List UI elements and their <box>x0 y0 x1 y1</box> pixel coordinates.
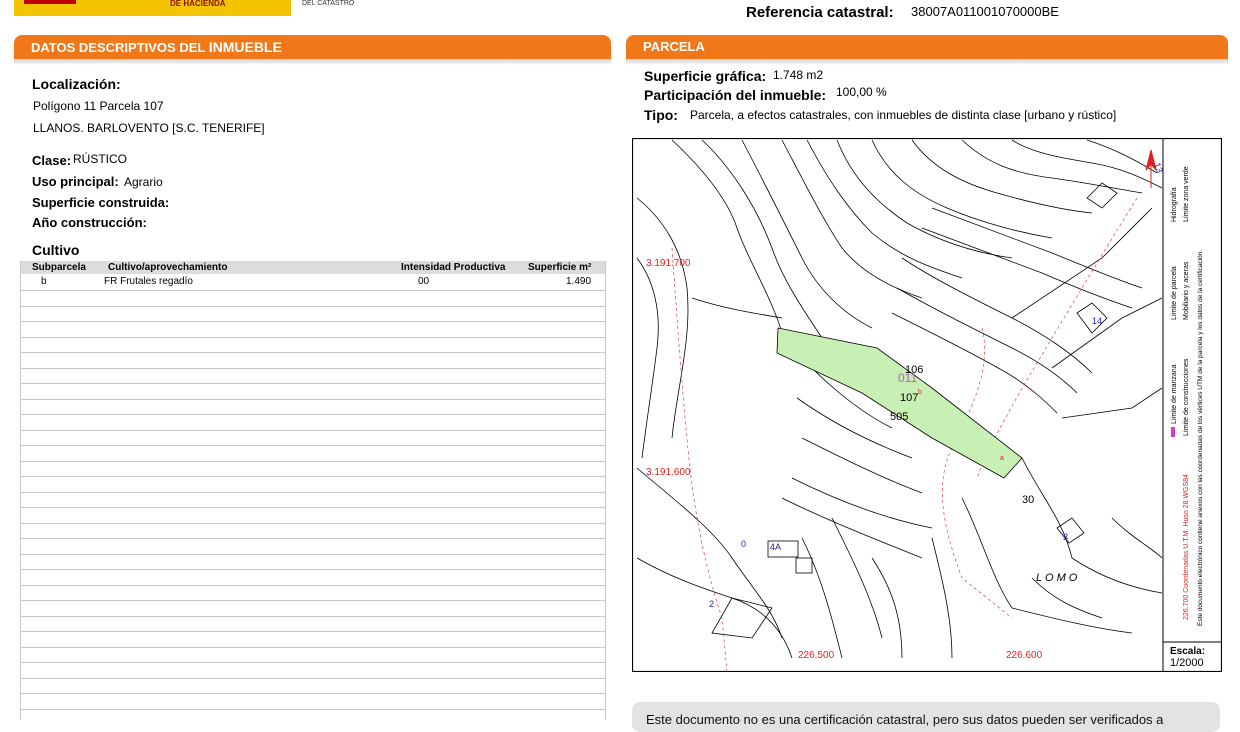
table-rule <box>20 662 606 663</box>
localizacion-label: Localización: <box>32 76 121 92</box>
parcel-label-0: 0 <box>741 539 746 549</box>
left-panel-title-prefix: DATOS DESCRIPTIVOS DEL <box>31 40 209 55</box>
left-panel-header: DATOS DESCRIPTIVOS DEL INMUEBLE <box>14 35 611 59</box>
footer-note: Este documento no es una certificación c… <box>632 702 1220 732</box>
logo-block: DE HACIENDA <box>14 0 291 16</box>
table-rule <box>20 476 606 477</box>
logo-text: DE HACIENDA <box>170 0 226 8</box>
superficie-grafica-value: 1.748 m2 <box>773 68 824 82</box>
tipo-label: Tipo: <box>644 107 678 123</box>
coord-y-mid: 3.191.600 <box>646 467 691 478</box>
legend-zona-verde: Límite zona verde <box>1183 166 1190 222</box>
table-rule <box>20 368 606 369</box>
table-rule <box>20 399 606 400</box>
superficie-construida-label: Superficie construida: <box>32 195 170 210</box>
col-subparcela: Subparcela <box>32 262 86 273</box>
participacion-value: 100,00 % <box>836 85 887 99</box>
col-superficie: Superficie m² <box>528 262 592 273</box>
parcel-label-3: 3 <box>1063 532 1068 542</box>
table-left-border <box>20 261 21 720</box>
table-rule <box>20 306 606 307</box>
clase-label: Clase: <box>32 153 72 168</box>
table-rule <box>20 445 606 446</box>
participacion-label: Participación del inmueble: <box>644 87 827 103</box>
table-row: b FR Frutales regadío 00 1.490 <box>20 275 606 288</box>
cell-superficie: 1.490 <box>566 276 592 287</box>
logo-flag-icon <box>24 0 76 4</box>
escala-value: 1/2000 <box>1170 657 1204 669</box>
table-rule <box>20 616 606 617</box>
col-cultivo: Cultivo/aprovechamiento <box>108 262 228 273</box>
legend-limite-parcela: Límite de parcela <box>1171 266 1178 320</box>
uso-value: Agrario <box>124 175 163 189</box>
superficie-grafica-label: Superficie gráfica: <box>644 68 767 84</box>
right-panel-header-shadow <box>626 59 1228 65</box>
table-rule <box>20 538 606 539</box>
table-rule <box>20 414 606 415</box>
legend-mobiliario: Mobiliario y aceras <box>1183 261 1190 320</box>
legend-doc-text: Este documento electrónico contiene anex… <box>1197 250 1204 626</box>
subparcel-label-b: b <box>918 389 922 396</box>
table-rule <box>20 631 606 632</box>
cultivo-table-header: Subparcela Cultivo/aprovechamiento Inten… <box>20 261 606 274</box>
referencia-value: 38007A011001070000BE <box>911 4 1059 19</box>
parcel-label-30: 30 <box>1022 494 1034 506</box>
localizacion-line2: LLANOS. BARLOVENTO [S.C. TENERIFE] <box>33 121 265 135</box>
place-label-lomo: L O M O <box>1036 572 1078 584</box>
table-rule <box>20 569 606 570</box>
table-rule <box>20 600 606 601</box>
parcel-label-505: 505 <box>890 411 908 423</box>
left-panel-header-shadow <box>14 59 611 65</box>
parcel-label-2: 2 <box>709 599 714 609</box>
subparcel-label-a: a <box>1000 455 1004 462</box>
parcel-label-4a: 4A <box>770 542 781 552</box>
cultivo-title: Cultivo <box>32 242 80 258</box>
left-panel-title-bold: INMUEBLE <box>208 39 282 55</box>
table-rule <box>20 678 606 679</box>
table-rule <box>20 523 606 524</box>
legend-limite-construcciones: Límite de construcciones <box>1183 358 1190 436</box>
tipo-value: Parcela, a efectos catastrales, con inmu… <box>690 108 1117 122</box>
table-rule <box>20 461 606 462</box>
table-right-border <box>605 261 606 720</box>
coord-x-left: 226.500 <box>798 650 835 661</box>
table-rule <box>20 492 606 493</box>
table-rule <box>20 585 606 586</box>
parcel-label-011: 011 <box>898 371 917 385</box>
table-rule <box>20 290 606 291</box>
cell-cultivo: FR Frutales regadío <box>104 276 193 287</box>
col-intensidad: Intensidad Productiva <box>401 262 506 273</box>
legend-hidrografia: Hidrografía <box>1171 187 1178 222</box>
table-rule <box>20 554 606 555</box>
table-rule <box>20 352 606 353</box>
cell-subparcela: b <box>41 276 47 287</box>
coord-y-top: 3.191.700 <box>646 258 691 269</box>
table-rule <box>20 430 606 431</box>
table-rule <box>20 693 606 694</box>
parcel-label-107: 107 <box>900 392 918 404</box>
uso-label: Uso principal: <box>32 174 119 189</box>
clase-value: RÚSTICO <box>73 152 127 166</box>
escala-label: Escala: <box>1170 646 1205 657</box>
right-panel-title: PARCELA <box>643 39 705 54</box>
table-rule <box>20 709 606 710</box>
table-rule <box>20 321 606 322</box>
anio-construccion-label: Año construcción: <box>32 215 147 230</box>
table-rule <box>20 507 606 508</box>
table-rule <box>20 647 606 648</box>
localizacion-line1: Polígono 11 Parcela 107 <box>33 99 164 113</box>
agency-text: DEL CATASTRO <box>302 0 355 7</box>
right-panel-header: PARCELA <box>626 35 1228 59</box>
legend-coord-text: 226.700 Coordenadas U.T.M. Huso 28 WGS84 <box>1183 474 1190 620</box>
table-rule <box>20 383 606 384</box>
coord-x-right: 226.600 <box>1006 650 1043 661</box>
cell-intensidad: 00 <box>418 276 430 287</box>
legend-limite-manzana: Límite de manzana <box>1171 364 1178 424</box>
parcel-label-14: 14 <box>1092 316 1102 326</box>
referencia-label: Referencia catastral: <box>746 4 894 21</box>
cadastral-map[interactable]: 3.191.700 3.191.600 226.500 226.600 106 … <box>632 138 1222 672</box>
table-rule <box>20 337 606 338</box>
